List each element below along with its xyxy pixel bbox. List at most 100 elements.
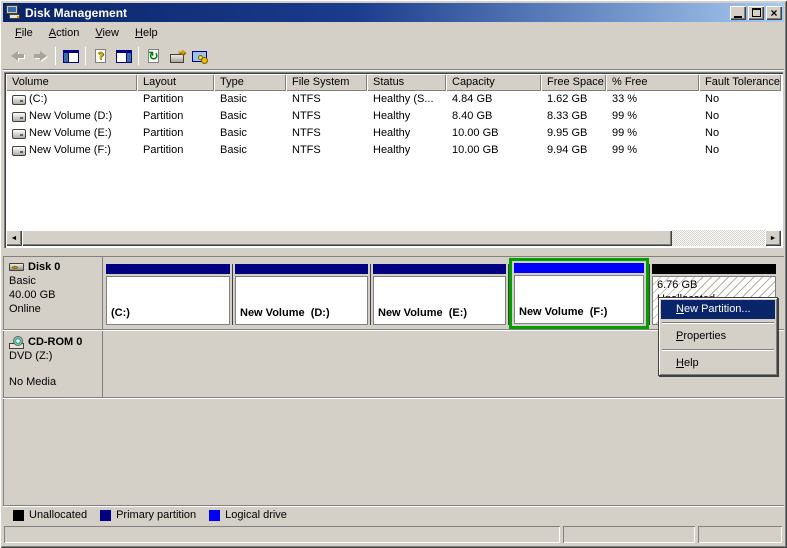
scroll-right-button[interactable]: ►: [765, 230, 781, 246]
scroll-left-button[interactable]: ◄: [6, 230, 22, 246]
layout-cell: Partition: [143, 127, 184, 139]
show-hide-action-pane-button[interactable]: [112, 45, 135, 67]
menu-help[interactable]: Help: [127, 25, 166, 41]
volume-icon: [12, 128, 26, 139]
legend-label: Primary partition: [116, 509, 197, 521]
show-hide-console-tree-button[interactable]: [59, 45, 82, 67]
pane-splitter[interactable]: [3, 249, 784, 256]
cdrom0-drive: DVD (Z:): [9, 350, 53, 362]
volume-icon: [12, 94, 26, 105]
partition-name: New Volume (F:): [519, 306, 608, 318]
scrollbar-thumb[interactable]: [22, 230, 672, 246]
volume-row-e[interactable]: New Volume (E:) Partition Basic NTFS Hea…: [6, 125, 781, 142]
type-cell: Basic: [220, 93, 247, 105]
partition-block-f-extended[interactable]: New Volume (F:) 10.00 GB NTFS Healthy: [509, 258, 649, 329]
disk0-label-panel[interactable]: Disk 0 Basic 40.00 GB Online: [3, 256, 103, 330]
forward-button[interactable]: [29, 45, 52, 67]
manage-computer-button[interactable]: [188, 45, 211, 67]
legend-item-unallocated: Unallocated: [13, 509, 87, 521]
titlebar: Disk Management ×: [3, 3, 784, 22]
toolbar: ? ↻ ➔: [3, 43, 784, 70]
volume-row-f[interactable]: New Volume (F:) Partition Basic NTFS Hea…: [6, 142, 781, 159]
volume-list-empty-area: [6, 159, 781, 230]
capacity-cell: 4.84 GB: [452, 93, 493, 105]
help-button[interactable]: ?: [89, 45, 112, 67]
maximize-icon: [751, 8, 761, 17]
layout-cell: Partition: [143, 144, 184, 156]
volume-name-cell: (C:): [6, 91, 137, 108]
partition-block-e[interactable]: New Volume (E:) 10.00 GB NTFS Healthy: [373, 264, 506, 325]
volume-row-c[interactable]: (C:) Partition Basic NTFS Healthy (S... …: [6, 91, 781, 108]
unallocated-band: [652, 264, 776, 274]
unallocated-size: 6.76 GB: [657, 279, 698, 291]
partition-block-c[interactable]: (C:) 4.84 GB NTFS Healthy (System): [106, 264, 230, 325]
window-controls: ×: [730, 5, 782, 20]
menu-view[interactable]: View: [87, 25, 127, 41]
close-button[interactable]: ×: [766, 5, 782, 20]
type-cell: Basic: [220, 127, 247, 139]
scrollbar-track[interactable]: [672, 230, 765, 246]
type-cell: Basic: [220, 110, 247, 122]
column-header-layout[interactable]: Layout: [137, 74, 214, 91]
partition-block-d[interactable]: New Volume (D:) 8.40 GB NTFS Healthy: [235, 264, 368, 325]
capacity-cell: 10.00 GB: [452, 127, 499, 139]
block-divider: [370, 264, 371, 325]
volume-name-cell: New Volume (F:): [6, 142, 137, 159]
column-header-type[interactable]: Type: [214, 74, 286, 91]
fault-tolerance-cell: No: [705, 144, 720, 156]
primary-partition-band: [106, 264, 230, 274]
column-header-pct-free[interactable]: % Free: [606, 74, 699, 91]
menu-bar: File Action View Help: [3, 22, 784, 43]
partition-name: New Volume (D:): [240, 307, 330, 319]
legend-label: Logical drive: [225, 509, 287, 521]
menu-file[interactable]: File: [7, 25, 41, 41]
context-menu-item-help[interactable]: Help: [661, 354, 775, 373]
context-menu-item-properties[interactable]: Properties: [661, 327, 775, 346]
menu-action[interactable]: Action: [41, 25, 88, 41]
context-menu: New Partition... Properties Help: [658, 297, 778, 376]
status-cell: Healthy: [373, 110, 411, 122]
column-header-fault-tolerance[interactable]: Fault Tolerance: [699, 74, 781, 91]
capacity-cell: 8.40 GB: [452, 110, 493, 122]
context-menu-separator: [662, 322, 774, 324]
volume-icon: [12, 145, 26, 156]
back-button[interactable]: [6, 45, 29, 67]
logical-drive-swatch: [209, 509, 221, 521]
show-hide-console-tree-icon: [62, 49, 79, 63]
status-panel-2: [563, 526, 695, 543]
toolbar-separator: [138, 47, 139, 65]
volume-row-d[interactable]: New Volume (D:) Partition Basic NTFS Hea…: [6, 108, 781, 125]
volume-icon: [12, 111, 26, 122]
column-header-free-space[interactable]: Free Space: [541, 74, 606, 91]
rescan-disks-icon: ➔: [169, 47, 186, 63]
disk0-status: Online: [9, 303, 41, 315]
free-space-cell: 8.33 GB: [547, 110, 588, 122]
column-header-file-system[interactable]: File System: [286, 74, 367, 91]
back-icon: [11, 51, 24, 61]
fault-tolerance-cell: No: [705, 127, 720, 139]
toolbar-separator: [55, 47, 56, 65]
disk-graph-pane: Disk 0 Basic 40.00 GB Online (C:) 4.84 G…: [3, 256, 784, 505]
disk0-name: Disk 0: [28, 261, 61, 273]
block-divider: [649, 264, 650, 325]
cdrom0-label-panel[interactable]: CD-ROM 0 DVD (Z:) No Media: [3, 331, 103, 398]
cd-rom-icon: [9, 335, 26, 349]
refresh-icon: ↻: [148, 49, 159, 63]
status-bar: [3, 524, 784, 545]
column-header-volume[interactable]: Volume: [6, 74, 137, 91]
legend: Unallocated Primary partition Logical dr…: [3, 505, 784, 524]
status-panel-3: [698, 526, 782, 543]
column-header-status[interactable]: Status: [367, 74, 446, 91]
context-menu-item-new-partition[interactable]: New Partition...: [661, 300, 775, 319]
partition-name: (C:): [111, 307, 130, 319]
forward-icon: [34, 51, 47, 61]
minimize-button[interactable]: [730, 5, 746, 20]
column-header-capacity[interactable]: Capacity: [446, 74, 541, 91]
partition-name: New Volume (E:): [378, 307, 468, 319]
refresh-button[interactable]: ↻: [142, 45, 165, 67]
rescan-disks-button[interactable]: ➔: [165, 45, 188, 67]
status-cell: Healthy: [373, 127, 411, 139]
free-space-cell: 1.62 GB: [547, 93, 588, 105]
disk0-type: Basic: [9, 275, 36, 287]
maximize-button[interactable]: [748, 5, 764, 20]
